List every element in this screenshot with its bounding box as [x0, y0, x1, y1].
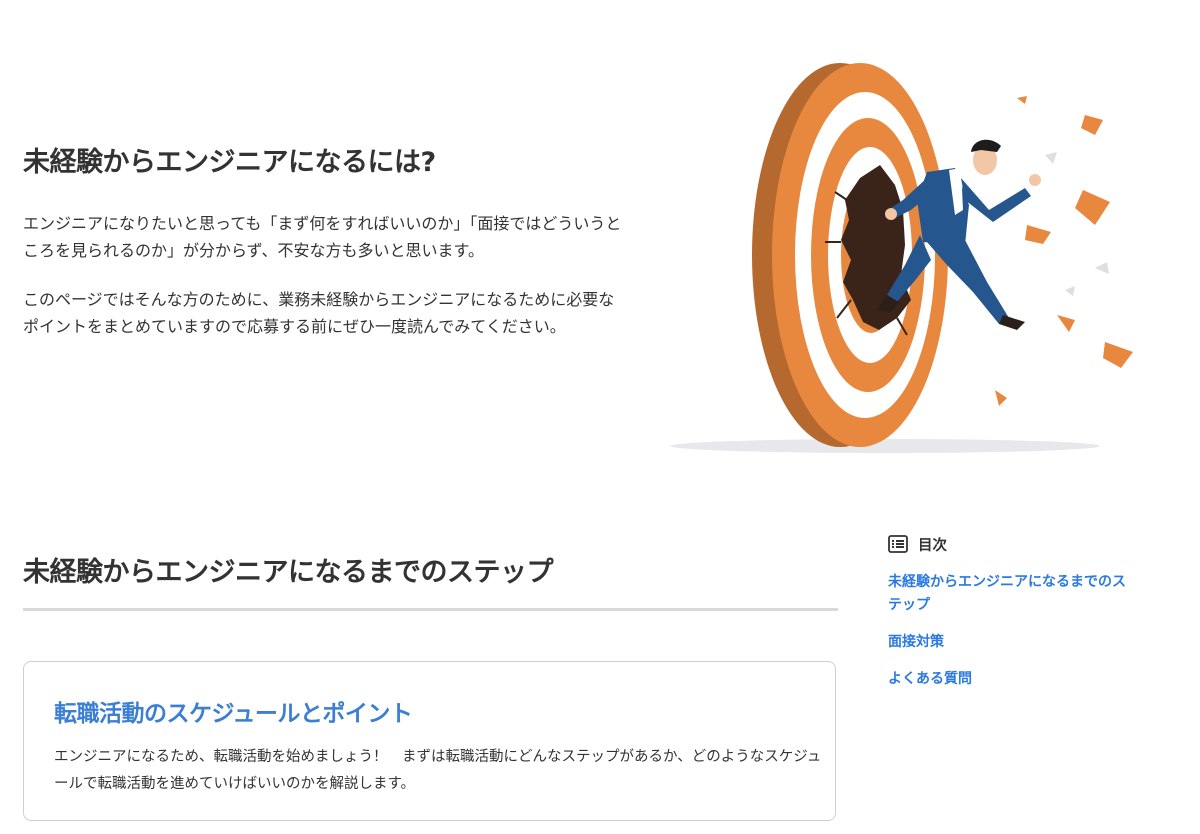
card-title-link[interactable]: 転職活動のスケジュールとポイント: [54, 694, 413, 728]
toc-item: 面接対策: [888, 631, 1178, 654]
hero-illustration: [665, 60, 1135, 460]
hero-paragraph-1: エンジニアになりたいと思っても「まず何をすればいいのか」「面接ではどういうところ…: [23, 214, 622, 260]
toc-link-faq[interactable]: よくある質問: [888, 668, 1178, 691]
schedule-card[interactable]: 転職活動のスケジュールとポイント エンジニアになるため、転職活動を始めましょう！…: [23, 661, 836, 821]
toc-link-interview[interactable]: 面接対策: [888, 631, 1178, 654]
section-divider: [23, 608, 838, 611]
card-description: エンジニアになるため、転職活動を始めましょう！ まずは転職活動にどんなステップが…: [54, 749, 822, 792]
list-icon: [888, 535, 908, 553]
hero-paragraph-2: このページではそんな方のために、業務未経験からエンジニアになるために必要なポイン…: [23, 290, 615, 336]
toc-item: よくある質問: [888, 668, 1178, 691]
target-breakthrough-illustration: [670, 63, 1133, 453]
steps-title: 未経験からエンジニアになるまでのステップ: [23, 557, 554, 588]
toc-list: 未経験からエンジニアになるまでのステップ 面接対策 よくある質問: [888, 571, 1178, 691]
toc-item: 未経験からエンジニアになるまでのステップ: [888, 571, 1138, 617]
toc-heading: 目次: [918, 537, 947, 554]
toc-header: 目次: [888, 533, 1178, 555]
hero-title: 未経験からエンジニアになるには?: [23, 147, 436, 178]
table-of-contents: 目次 未経験からエンジニアになるまでのステップ 面接対策 よくある質問: [888, 533, 1178, 705]
toc-link-steps[interactable]: 未経験からエンジニアになるまでのステップ: [888, 571, 1138, 617]
